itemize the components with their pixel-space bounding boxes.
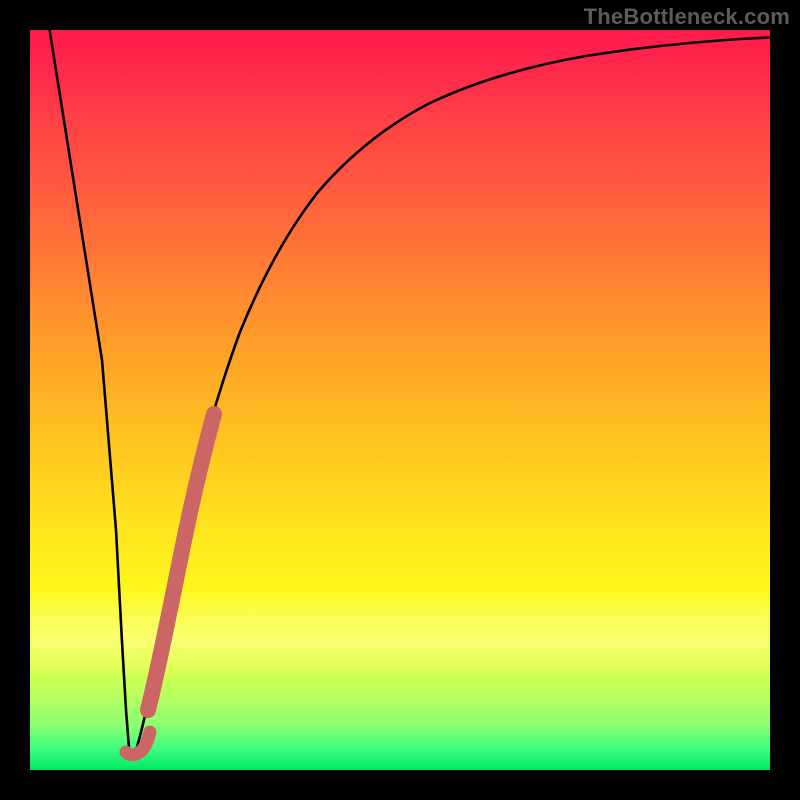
plot-area	[30, 30, 770, 770]
bottleneck-curve-svg	[30, 30, 770, 770]
chart-frame: TheBottleneck.com	[0, 0, 800, 800]
watermark-text: TheBottleneck.com	[584, 4, 790, 30]
highlight-segment	[148, 414, 214, 710]
